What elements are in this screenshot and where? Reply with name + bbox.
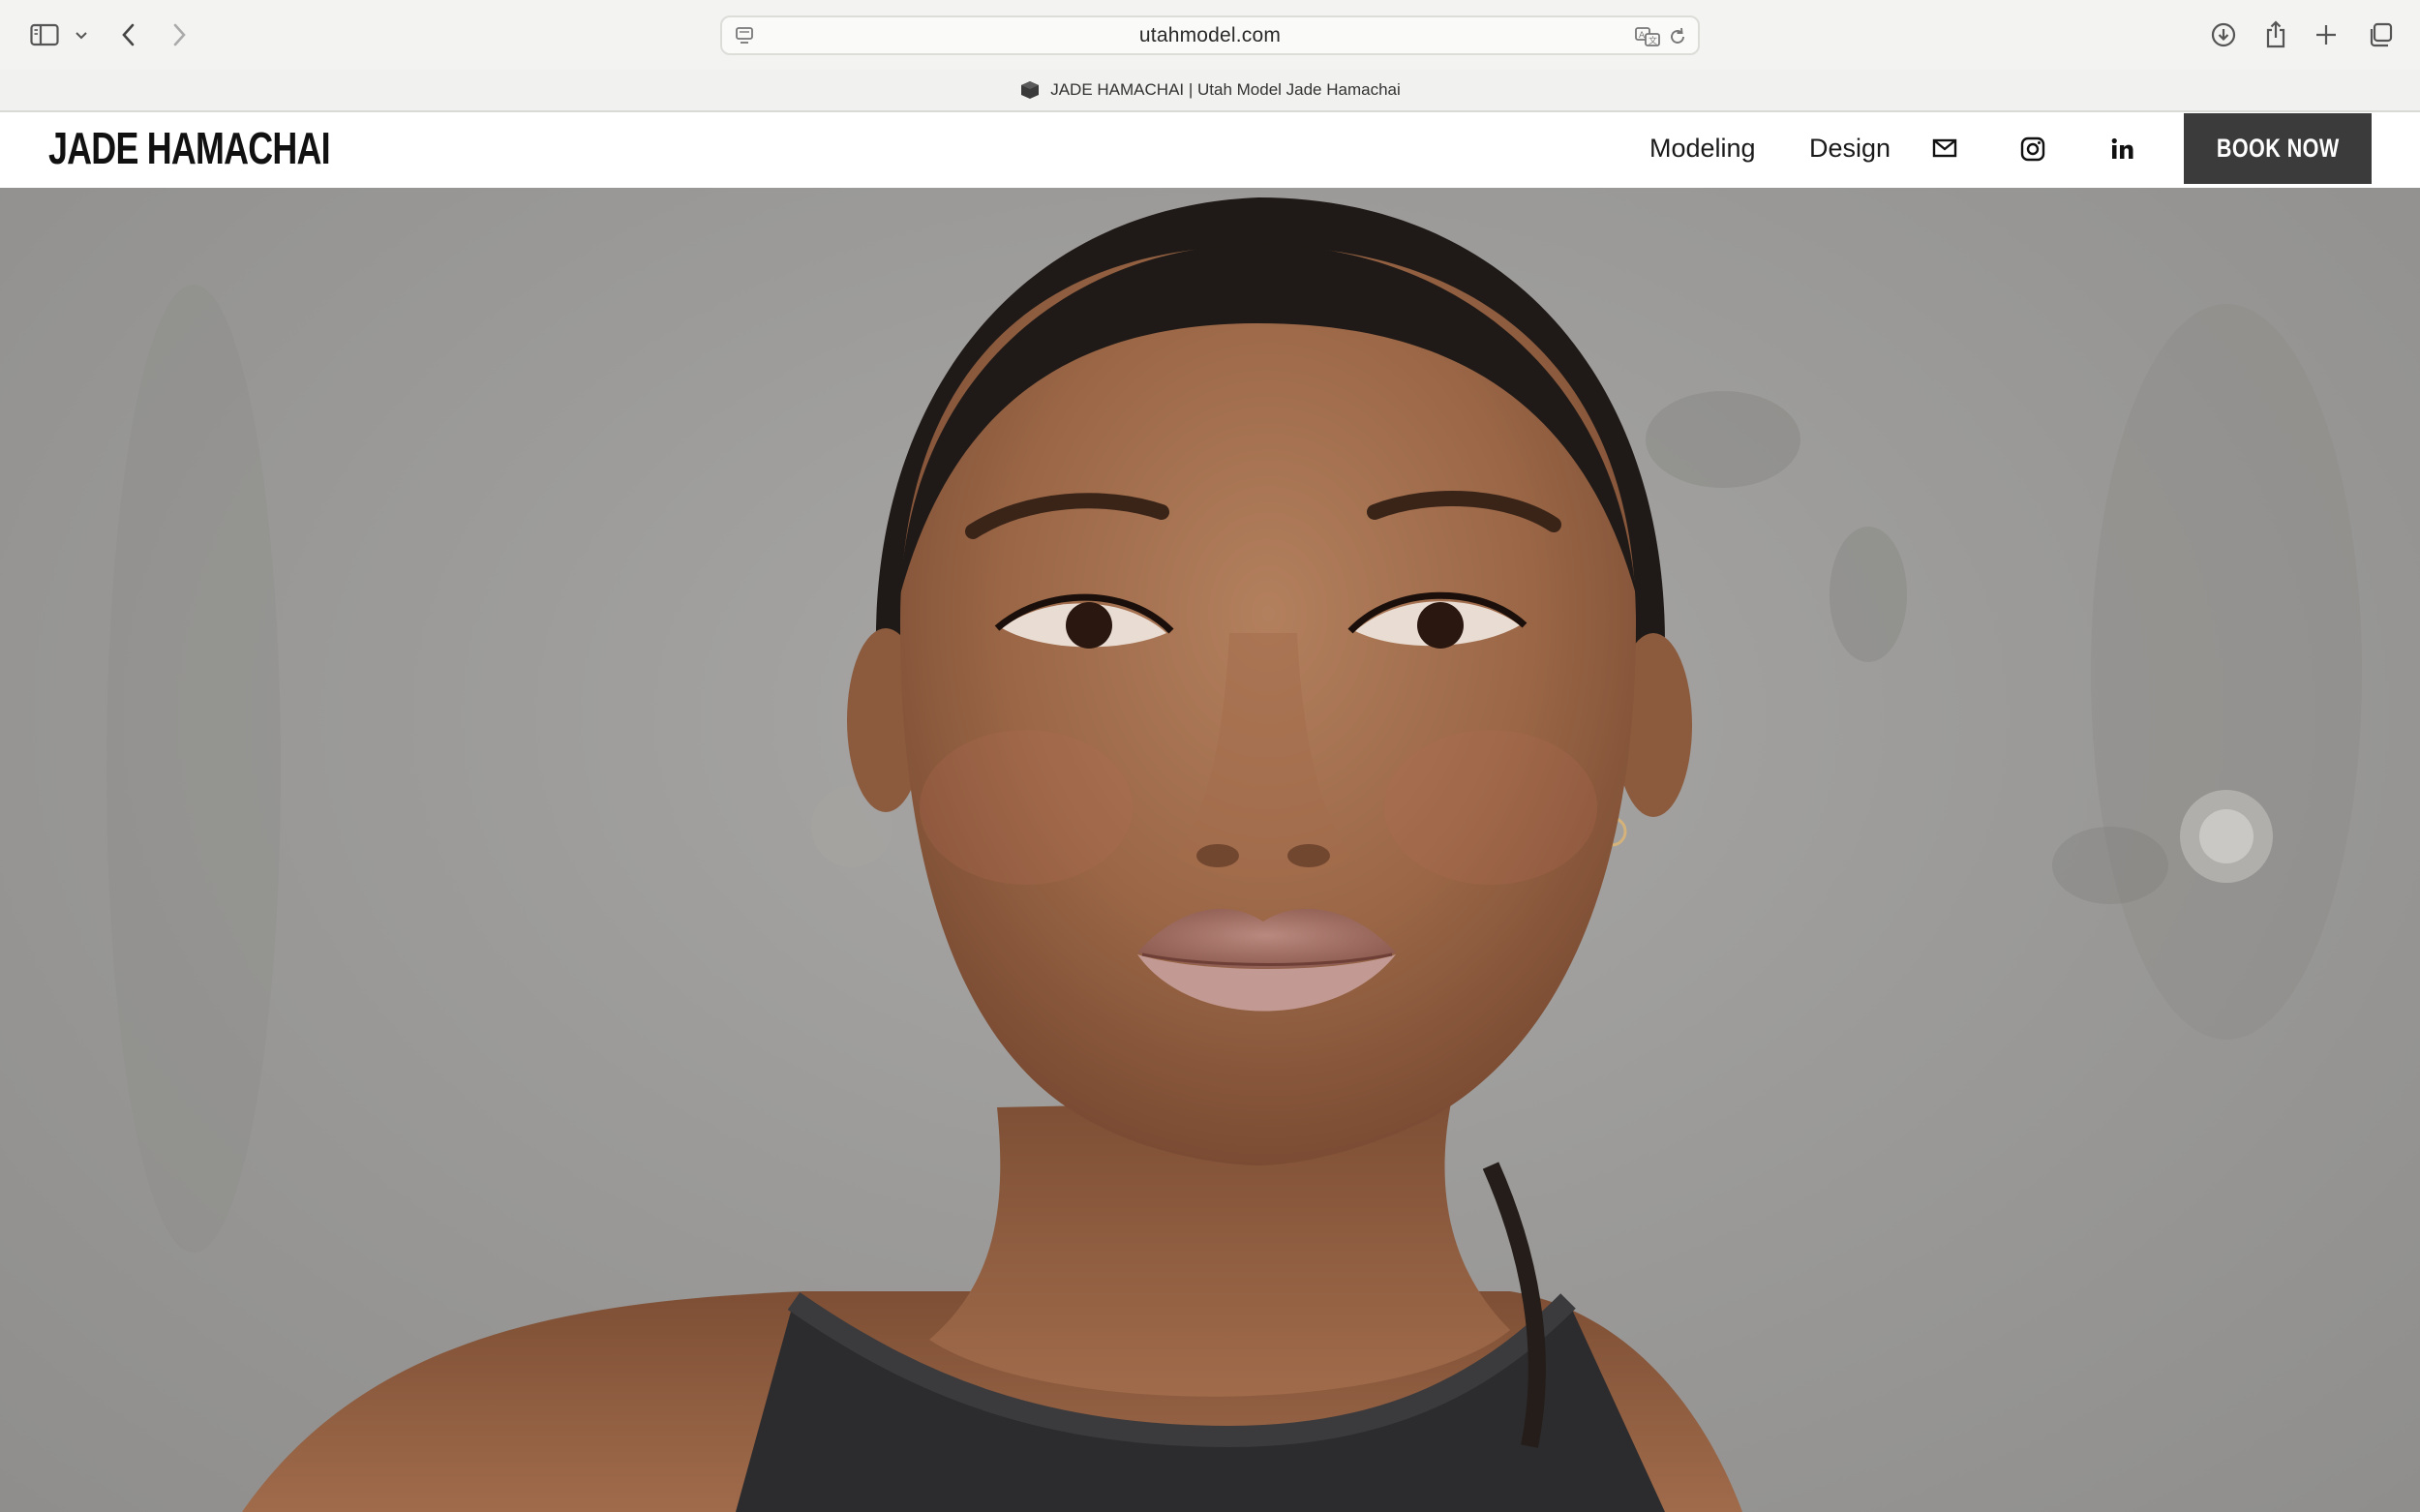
translate-icon[interactable]: A文	[1634, 25, 1663, 53]
share-icon[interactable]	[2259, 17, 2292, 52]
tab-overview-icon[interactable]	[2364, 17, 2397, 52]
site-favicon-icon	[1021, 81, 1040, 99]
nav-modeling[interactable]: Modeling	[1649, 134, 1756, 164]
tab-active[interactable]: JADE HAMACHAI | Utah Model Jade Hamachai	[1050, 80, 1401, 100]
downloads-icon[interactable]	[2207, 17, 2240, 52]
book-now-label: BOOK NOW	[2216, 134, 2340, 163]
chevron-down-icon[interactable]	[70, 17, 93, 52]
instagram-icon[interactable]	[2019, 136, 2046, 167]
new-tab-icon[interactable]	[2310, 17, 2343, 52]
site-header: JADE HAMACHAI Modeling Design BOOK NOW	[0, 112, 2420, 188]
back-icon[interactable]	[114, 17, 143, 52]
book-now-button[interactable]: BOOK NOW	[2184, 113, 2372, 184]
nav-design[interactable]: Design	[1809, 134, 1891, 164]
svg-text:文: 文	[1649, 35, 1657, 46]
address-bar[interactable]: utahmodel.com A文	[720, 15, 1700, 55]
site-logo[interactable]: JADE HAMACHAI	[48, 122, 331, 174]
sidebar-toggle-icon[interactable]	[27, 17, 62, 52]
url-text: utahmodel.com	[1138, 23, 1282, 46]
browser-toolbar: utahmodel.com A文	[0, 0, 2420, 70]
reload-icon[interactable]	[1667, 26, 1688, 52]
portrait-illustration	[106, 197, 2362, 1512]
svg-text:A: A	[1639, 31, 1646, 41]
tab-bar: JADE HAMACHAI | Utah Model Jade Hamachai	[0, 70, 2420, 112]
site-settings-icon[interactable]	[734, 25, 755, 51]
forward-icon[interactable]	[165, 17, 194, 52]
email-icon[interactable]	[1931, 136, 1958, 166]
linkedin-icon[interactable]	[2108, 136, 2135, 167]
hero-portrait-image	[0, 188, 2420, 1512]
